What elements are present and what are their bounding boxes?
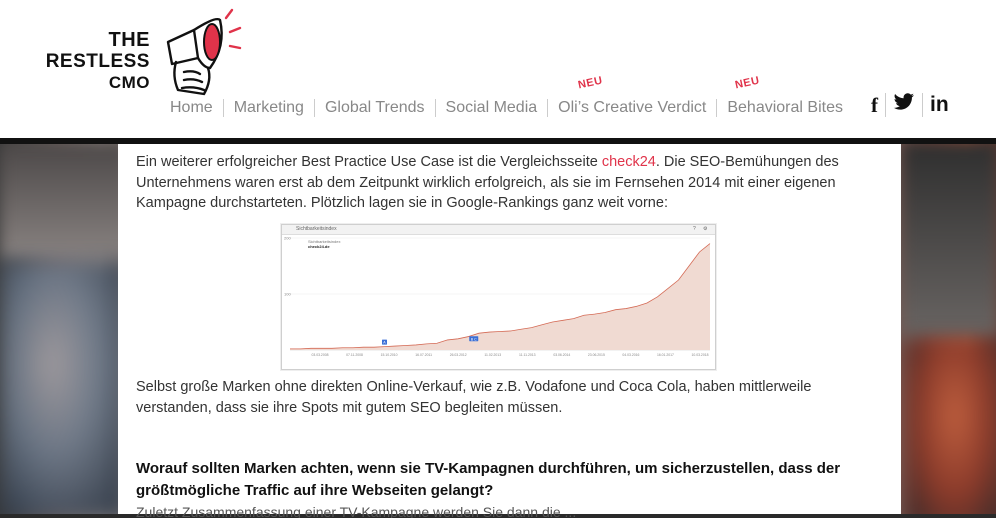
nav-global-trends-label: Global Trends bbox=[324, 99, 425, 116]
help-icon[interactable]: ? bbox=[693, 225, 696, 234]
section-heading: Worauf sollten Marken achten, wenn sie T… bbox=[136, 460, 841, 499]
nav-behavioral-bites-label: Behavioral Bites bbox=[727, 99, 843, 116]
twitter-icon[interactable] bbox=[885, 93, 922, 117]
x-tick-label: 07.11.2008 bbox=[346, 353, 363, 357]
paragraph-intro: Ein weiterer erfolgreicher Best Practice… bbox=[136, 152, 876, 214]
nav-social-media-label: Social Media bbox=[445, 99, 538, 116]
paragraph-brands: Selbst große Marken ohne direkten Online… bbox=[136, 379, 812, 416]
x-tick-label: 10.03.2018 bbox=[692, 353, 709, 357]
x-tick-label: 23.06.2015 bbox=[588, 353, 605, 357]
new-badge: NEU bbox=[734, 74, 762, 92]
x-tick-label: 03.06.2014 bbox=[553, 353, 570, 357]
site-header: THE RESTLESS CMO Home Marketing Global T… bbox=[0, 0, 996, 138]
nav-marketing[interactable]: Marketing bbox=[222, 99, 314, 117]
nav-marketing-label: Marketing bbox=[233, 99, 304, 116]
article-content: Ein weiterer erfolgreicher Best Practice… bbox=[118, 144, 901, 518]
y-tick-label: 100 bbox=[284, 292, 291, 297]
x-tick-label: 11.11.2013 bbox=[519, 353, 536, 357]
paragraph-cutoff: Zuletzt Zusammenfassung einer TV-Kampagn… bbox=[136, 504, 577, 518]
paragraph-intro-text: Ein weiterer erfolgreicher Best Practice… bbox=[136, 154, 602, 170]
y-tick-label: 200 bbox=[284, 236, 291, 241]
chart-title: Sichtbarkeitsindex bbox=[296, 226, 337, 232]
nav-behavioral-bites[interactable]: NEU Behavioral Bites bbox=[716, 75, 853, 117]
nav-olis-creative-verdict[interactable]: NEU Oli’s Creative Verdict bbox=[547, 75, 716, 117]
linkedin-icon[interactable]: in bbox=[922, 93, 956, 117]
megaphone-icon bbox=[166, 8, 242, 96]
x-tick-label: 16.01.2017 bbox=[657, 353, 674, 357]
background-blur-right bbox=[905, 340, 996, 514]
nav-olis-creative-verdict-label: Oli’s Creative Verdict bbox=[558, 99, 707, 116]
visibility-chart: Sichtbarkeitsindex ? ⚙ Sichtbarkeitsinde… bbox=[281, 224, 716, 370]
main-nav: Home Marketing Global Trends Social Medi… bbox=[166, 75, 853, 119]
site-logo[interactable]: THE RESTLESS CMO bbox=[40, 30, 150, 94]
social-links: f in bbox=[864, 92, 956, 118]
check24-link[interactable]: check24 bbox=[602, 154, 656, 170]
x-tick-label: 15.10.2010 bbox=[381, 353, 398, 357]
nav-global-trends[interactable]: Global Trends bbox=[313, 99, 435, 117]
background-blur-left-top bbox=[0, 140, 130, 260]
background-blur-right-top bbox=[900, 140, 996, 340]
facebook-icon[interactable]: f bbox=[864, 93, 885, 117]
x-tick-label: 16.07.2011 bbox=[415, 353, 432, 357]
x-tick-label: 03.03.2008 bbox=[312, 353, 329, 357]
chart-plot: 200 100 03.03.2008 07.11.2008 15.10.2010 16.0… bbox=[284, 236, 711, 357]
event-marker-label: B C bbox=[471, 337, 477, 341]
chart-area bbox=[290, 243, 710, 350]
x-tick-label: 04.03.2016 bbox=[622, 353, 639, 357]
logo-line-1: THE bbox=[108, 29, 150, 51]
x-tick-label: 11.02.2013 bbox=[484, 353, 501, 357]
background-blur-left bbox=[0, 260, 130, 514]
logo-line-2: RESTLESS bbox=[45, 51, 150, 72]
logo-line-3: CMO bbox=[108, 73, 150, 92]
x-tick-label: 26.03.2012 bbox=[450, 353, 467, 357]
new-badge: NEU bbox=[577, 74, 604, 92]
nav-social-media[interactable]: Social Media bbox=[434, 99, 548, 117]
nav-home[interactable]: Home bbox=[166, 99, 223, 117]
nav-home-label: Home bbox=[170, 99, 213, 116]
gear-icon[interactable]: ⚙ bbox=[703, 225, 707, 234]
